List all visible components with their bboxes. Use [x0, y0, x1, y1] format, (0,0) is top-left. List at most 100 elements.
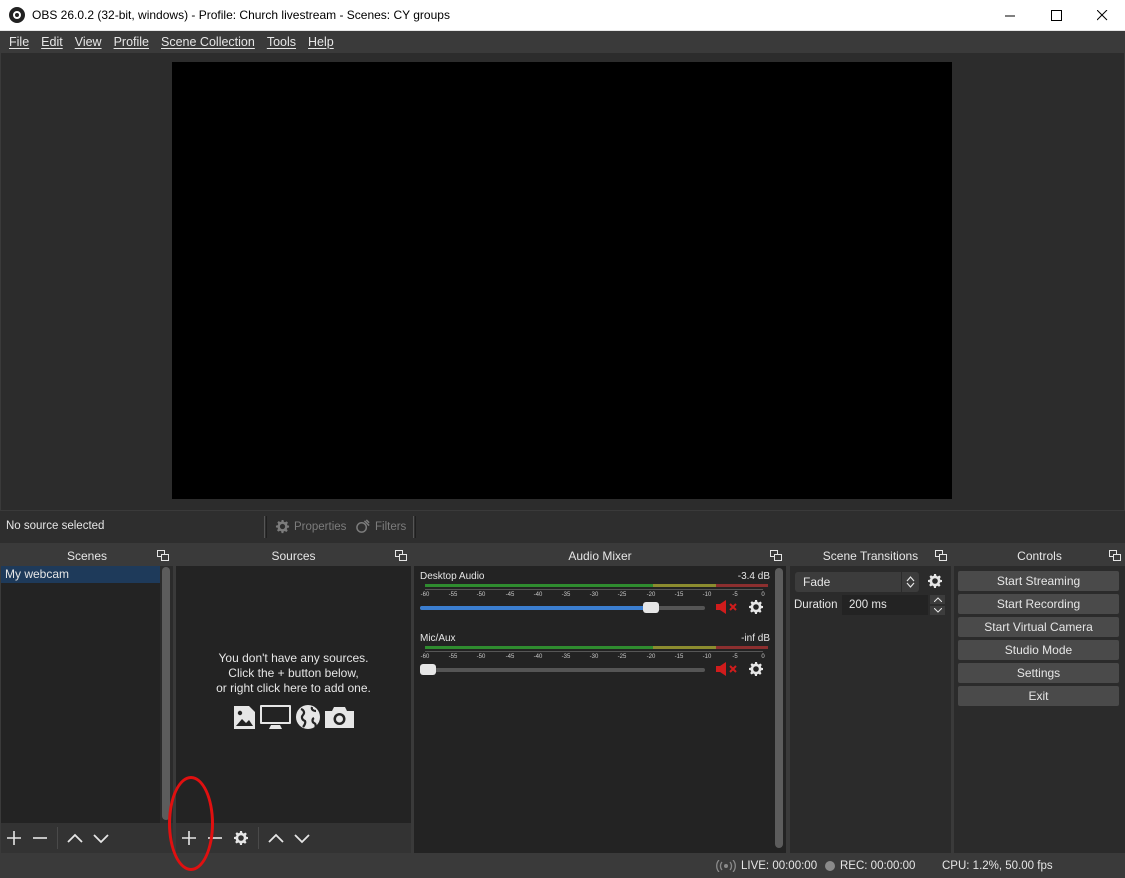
undock-icon[interactable]	[1109, 550, 1121, 561]
tick-label: -10	[702, 592, 712, 598]
filters-icon	[356, 519, 370, 533]
source-status: No source selected	[6, 520, 105, 532]
chevron-up-icon[interactable]	[930, 595, 945, 604]
tick-label: -15	[674, 592, 684, 598]
move-source-down-button[interactable]	[289, 825, 315, 851]
volume-slider-handle[interactable]	[643, 602, 659, 613]
close-button[interactable]	[1079, 0, 1125, 31]
tick-label: -20	[646, 654, 656, 660]
volume-slider-handle[interactable]	[420, 664, 436, 675]
undock-icon[interactable]	[770, 550, 782, 561]
plus-icon	[7, 831, 21, 845]
menu-bar: File Edit View Profile Scene Collection …	[0, 31, 1125, 53]
scenes-header: Scenes	[1, 545, 173, 566]
settings-button[interactable]: Settings	[958, 663, 1119, 683]
channel-name: Desktop Audio	[420, 571, 485, 582]
source-properties-button[interactable]	[228, 825, 254, 851]
gear-icon	[234, 831, 248, 845]
remove-scene-button[interactable]	[27, 825, 53, 851]
scene-list[interactable]: My webcam	[1, 566, 160, 823]
scene-item[interactable]: My webcam	[1, 566, 160, 583]
gear-icon[interactable]	[748, 599, 764, 615]
mic-aux-channel: Mic/Aux -inf dB -60 -55 -50 -45 -40 -35 …	[414, 633, 772, 683]
scenes-dock: Scenes My webcam	[1, 545, 173, 853]
tick-label: -10	[702, 654, 712, 660]
duration-input[interactable]: 200 ms	[842, 595, 928, 615]
meter-ticks: -60 -55 -50 -45 -40 -35 -30 -25 -20 -15 …	[420, 589, 770, 599]
menu-scene-collection[interactable]: Scene Collection	[155, 35, 261, 49]
meter-ticks: -60 -55 -50 -45 -40 -35 -30 -25 -20 -15 …	[420, 651, 770, 661]
tick-label: -45	[505, 592, 515, 598]
mixer-scrollbar[interactable]	[775, 568, 783, 848]
tick-label: -25	[617, 654, 627, 660]
start-recording-button[interactable]: Start Recording	[958, 594, 1119, 614]
menu-edit[interactable]: Edit	[35, 35, 69, 49]
undock-icon[interactable]	[395, 550, 407, 561]
volume-slider[interactable]	[420, 602, 705, 613]
move-scene-down-button[interactable]	[88, 825, 114, 851]
gear-icon[interactable]	[927, 573, 943, 589]
exit-button[interactable]: Exit	[958, 686, 1119, 706]
transition-select[interactable]: Fade	[795, 572, 919, 592]
start-streaming-button[interactable]: Start Streaming	[958, 571, 1119, 591]
scenes-title: Scenes	[66, 548, 108, 563]
obs-logo-icon	[9, 7, 25, 23]
source-type-icons	[233, 704, 355, 730]
tick-label: 0	[761, 654, 765, 660]
gear-icon[interactable]	[748, 661, 764, 677]
move-source-up-button[interactable]	[263, 825, 289, 851]
program-preview[interactable]	[172, 62, 952, 499]
duration-label: Duration	[794, 599, 838, 611]
annotation-ellipse	[168, 776, 214, 871]
tick-label: -20	[646, 592, 656, 598]
chevron-down-icon	[294, 834, 310, 844]
scenes-scrollbar[interactable]	[161, 566, 171, 823]
tick-label: -35	[561, 654, 571, 660]
live-time: LIVE: 00:00:00	[741, 860, 818, 872]
add-scene-button[interactable]	[1, 825, 27, 851]
duration-stepper[interactable]	[930, 595, 945, 615]
muted-speaker-icon[interactable]	[715, 599, 739, 615]
cpu-status: CPU: 1.2%, 50.00 fps	[942, 860, 1053, 872]
tick-label: -5	[732, 592, 738, 598]
menu-profile[interactable]: Profile	[108, 35, 155, 49]
controls-title: Controls	[1017, 548, 1062, 563]
gear-icon	[275, 519, 290, 534]
menu-view[interactable]: View	[69, 35, 108, 49]
start-virtual-camera-button[interactable]: Start Virtual Camera	[958, 617, 1119, 637]
chevron-up-icon	[268, 833, 284, 843]
broadcast-icon	[716, 860, 736, 872]
chevron-down-icon	[93, 834, 109, 844]
tick-label: -55	[448, 654, 458, 660]
menu-help[interactable]: Help	[302, 35, 340, 49]
scene-transitions-title: Scene Transitions	[822, 548, 919, 563]
volume-slider[interactable]	[420, 664, 705, 675]
browser-globe-icon	[296, 705, 320, 729]
chevron-down-icon[interactable]	[930, 606, 945, 615]
menu-file[interactable]: File	[3, 35, 35, 49]
tick-label: -35	[561, 592, 571, 598]
tick-label: -5	[732, 654, 738, 660]
studio-mode-button[interactable]: Studio Mode	[958, 640, 1119, 660]
maximize-button[interactable]	[1033, 0, 1079, 31]
menu-tools[interactable]: Tools	[261, 35, 302, 49]
display-icon	[260, 705, 291, 729]
minimize-button[interactable]	[987, 0, 1033, 31]
muted-speaker-icon[interactable]	[715, 661, 739, 677]
chevron-up-icon	[67, 833, 83, 843]
move-scene-up-button[interactable]	[62, 825, 88, 851]
camera-icon	[325, 706, 354, 728]
updown-arrows-icon	[901, 572, 919, 592]
undock-icon[interactable]	[157, 550, 169, 561]
undock-icon[interactable]	[935, 550, 947, 561]
live-status: LIVE: 00:00:00	[716, 860, 817, 872]
scenes-toolbar	[1, 823, 173, 853]
transition-selected: Fade	[803, 575, 831, 589]
volume-slider-fill	[420, 606, 651, 610]
properties-label: Properties	[294, 520, 347, 533]
properties-button[interactable]: Properties	[275, 519, 346, 534]
audio-mixer-header: Audio Mixer	[414, 545, 786, 566]
filters-button[interactable]: Filters	[356, 519, 406, 534]
cpu-fps: CPU: 1.2%, 50.00 fps	[942, 860, 1053, 872]
minus-icon	[33, 837, 47, 839]
